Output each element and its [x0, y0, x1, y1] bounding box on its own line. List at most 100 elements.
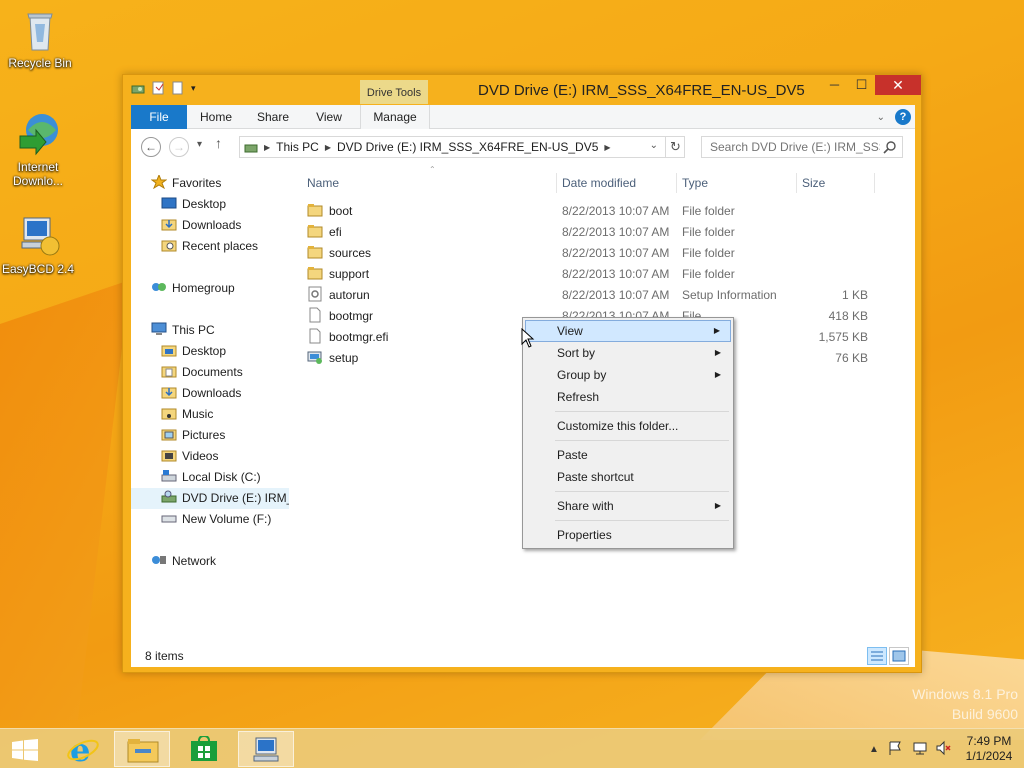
- nav-this-pc-downloads[interactable]: Downloads: [161, 383, 241, 404]
- qat-dropdown-icon[interactable]: ▾: [191, 81, 205, 95]
- taskbar-clock[interactable]: 7:49 PM 1/1/2024: [954, 734, 1024, 764]
- menu-item-paste[interactable]: Paste: [525, 444, 731, 466]
- desktop-icon-recycle-bin[interactable]: Recycle Bin: [2, 6, 78, 70]
- address-dropdown-icon[interactable]: ⌄: [650, 140, 658, 151]
- tab-home[interactable]: Home: [193, 105, 239, 129]
- refresh-button[interactable]: ↻: [665, 136, 685, 158]
- menu-item-sort-by[interactable]: Sort by ▶: [525, 342, 731, 364]
- breadcrumb-separator-icon[interactable]: ▶: [325, 143, 331, 152]
- tab-file[interactable]: File: [131, 105, 187, 129]
- file-name: sources: [307, 243, 547, 264]
- nav-new-volume-f[interactable]: New Volume (F:): [161, 509, 271, 530]
- column-header-size[interactable]: Size: [796, 171, 874, 195]
- search-box[interactable]: [701, 136, 903, 158]
- drive-icon: [131, 81, 145, 95]
- large-icons-view-icon: [892, 650, 906, 662]
- menu-item-refresh[interactable]: Refresh: [525, 386, 731, 408]
- file-name: bootmgr.efi: [307, 327, 547, 348]
- nav-favorites-downloads[interactable]: Downloads: [161, 215, 241, 236]
- desktop-icon: [161, 196, 177, 210]
- file-row[interactable]: boot 8/22/2013 10:07 AM File folder: [301, 201, 901, 222]
- expand-ribbon-icon[interactable]: ⌄: [877, 112, 885, 123]
- taskbar-easybcd[interactable]: [238, 731, 294, 767]
- menu-item-paste-shortcut[interactable]: Paste shortcut: [525, 466, 731, 488]
- nav-this-pc-documents[interactable]: Documents: [161, 362, 243, 383]
- network-status-icon[interactable]: [908, 740, 932, 759]
- menu-item-share-with[interactable]: Share with ▶: [525, 495, 731, 517]
- taskbar-internet-explorer[interactable]: e: [56, 731, 112, 767]
- show-hidden-icons-icon[interactable]: ▲: [866, 744, 882, 755]
- menu-separator: [555, 520, 729, 521]
- address-row: ← → ▾ ↑ ▶ This PC ▶ DVD Drive (E:) IRM_S…: [131, 129, 915, 165]
- file-row[interactable]: efi 8/22/2013 10:07 AM File folder: [301, 222, 901, 243]
- menu-item-group-by[interactable]: Group by ▶: [525, 364, 731, 386]
- tab-share[interactable]: Share: [249, 105, 297, 129]
- forward-button[interactable]: →: [169, 137, 189, 157]
- nav-this-pc[interactable]: This PC: [151, 320, 215, 341]
- new-folder-icon[interactable]: [171, 81, 185, 95]
- column-header-date-modified[interactable]: Date modified: [556, 171, 676, 195]
- search-input[interactable]: [702, 137, 880, 157]
- file-row[interactable]: support 8/22/2013 10:07 AM File folder: [301, 264, 901, 285]
- recent-locations-icon[interactable]: ▾: [197, 139, 202, 150]
- windows-logo-icon: [12, 739, 38, 761]
- taskbar-file-explorer[interactable]: [114, 731, 170, 767]
- menu-item-customize-this-folder[interactable]: Customize this folder...: [525, 415, 731, 437]
- minimize-button[interactable]: ─: [821, 75, 848, 95]
- menu-item-view[interactable]: View ▶: [525, 320, 731, 342]
- menu-separator: [555, 440, 729, 441]
- pictures-icon: [161, 427, 177, 441]
- properties-icon[interactable]: [151, 81, 165, 95]
- column-header-name[interactable]: Name: [301, 171, 556, 195]
- nav-this-pc-music[interactable]: Music: [161, 404, 213, 425]
- volume-muted-icon[interactable]: [932, 740, 954, 759]
- file-row[interactable]: sources 8/22/2013 10:07 AM File folder: [301, 243, 901, 264]
- nav-this-pc-pictures[interactable]: Pictures: [161, 425, 225, 446]
- search-icon[interactable]: [883, 140, 897, 154]
- file-date: 8/22/2013 10:07 AM: [562, 267, 670, 281]
- breadcrumb-separator-icon[interactable]: ▶: [264, 143, 270, 152]
- up-button[interactable]: ↑: [215, 135, 222, 151]
- action-center-flag-icon[interactable]: [882, 740, 908, 759]
- desktop-icon-easybcd[interactable]: EasyBCD 2.4: [0, 212, 76, 276]
- tab-manage[interactable]: Manage: [360, 105, 430, 129]
- breadcrumb-dvd-drive[interactable]: DVD Drive (E:) IRM_SSS_X64FRE_EN-US_DV5: [337, 140, 598, 154]
- folder-icon: [307, 265, 323, 281]
- clock-time: 7:49 PM: [966, 734, 1012, 748]
- start-button[interactable]: [0, 731, 50, 767]
- menu-item-properties[interactable]: Properties: [525, 524, 731, 546]
- address-bar[interactable]: ▶ This PC ▶ DVD Drive (E:) IRM_SSS_X64FR…: [239, 136, 685, 158]
- nav-dvd-drive-e[interactable]: DVD Drive (E:) IRM_SSS_X64FRE_EN-US_DV5: [131, 488, 289, 509]
- nav-this-pc-desktop[interactable]: Desktop: [161, 341, 226, 362]
- downloads-icon: [161, 217, 177, 231]
- help-icon[interactable]: ?: [895, 109, 911, 125]
- breadcrumb-separator-icon[interactable]: ▶: [604, 143, 610, 152]
- large-icons-view-button[interactable]: [889, 647, 909, 665]
- back-button[interactable]: ←: [141, 137, 161, 157]
- breadcrumb-this-pc[interactable]: This PC: [276, 140, 319, 154]
- nav-favorites-desktop[interactable]: Desktop: [161, 194, 226, 215]
- file-date: 8/22/2013 10:07 AM: [562, 225, 670, 239]
- submenu-arrow-icon: ▶: [714, 348, 721, 357]
- nav-favorites[interactable]: Favorites: [151, 173, 221, 194]
- nav-homegroup[interactable]: Homegroup: [151, 278, 235, 299]
- column-header-type[interactable]: Type: [676, 171, 796, 195]
- close-button[interactable]: ✕: [875, 75, 921, 95]
- nav-favorites-recent-places[interactable]: Recent places: [161, 236, 258, 257]
- details-view-button[interactable]: [867, 647, 887, 665]
- taskbar-store[interactable]: [176, 731, 232, 767]
- internet-explorer-icon: e: [67, 733, 99, 765]
- file-name: support: [307, 264, 547, 285]
- title-bar[interactable]: ▾ Drive Tools DVD Drive (E:) IRM_SSS_X64…: [123, 75, 921, 104]
- nav-local-disk-c[interactable]: Local Disk (C:): [161, 467, 261, 488]
- file-row[interactable]: autorun 8/22/2013 10:07 AM Setup Informati…: [301, 285, 901, 306]
- file-explorer-icon: [127, 739, 159, 763]
- nav-this-pc-videos[interactable]: Videos: [161, 446, 218, 467]
- desktop-icon-internet-download[interactable]: Internet Downlo...: [0, 110, 76, 188]
- file-type: Setup Information: [682, 288, 777, 302]
- file-icon: [307, 328, 323, 344]
- submenu-arrow-icon: ▶: [713, 326, 720, 335]
- maximize-button[interactable]: ☐: [848, 75, 875, 95]
- nav-network[interactable]: Network: [151, 551, 216, 572]
- tab-view[interactable]: View: [307, 105, 351, 129]
